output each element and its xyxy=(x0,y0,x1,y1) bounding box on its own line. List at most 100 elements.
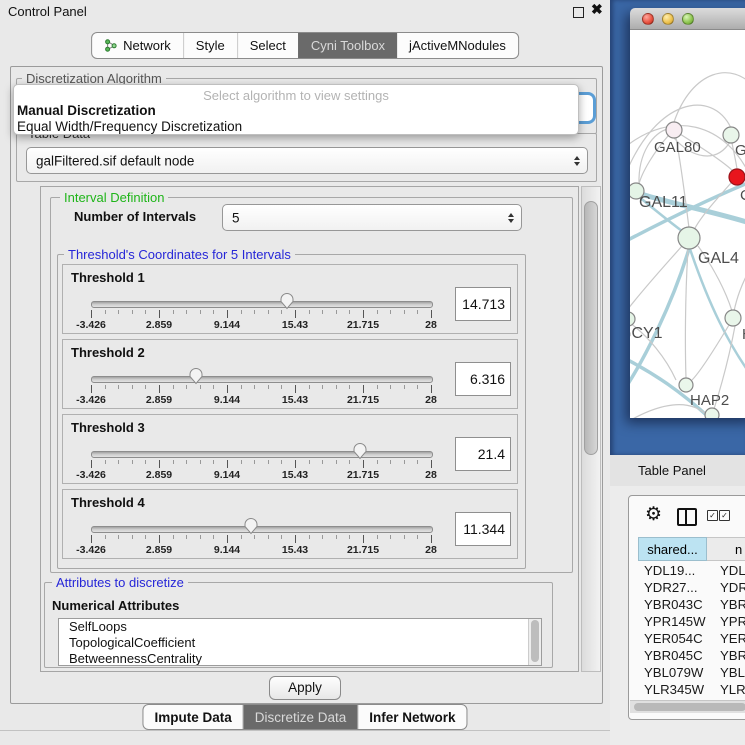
popup-option[interactable]: Equal Width/Frequency Discretization xyxy=(14,119,578,135)
threshold-label: Threshold 1 xyxy=(71,270,145,285)
slider-thumb[interactable] xyxy=(352,442,368,465)
threshold-row: Threshold 4-3.4262.8599.14415.4321.71528… xyxy=(62,489,518,559)
cell-shared-name: YLR345W xyxy=(638,681,707,698)
panel-title: Control Panel xyxy=(8,4,87,19)
spinner-icon xyxy=(508,213,514,223)
node-label: GAL80 xyxy=(654,139,701,156)
network-edge xyxy=(630,246,682,314)
slider-ticks xyxy=(91,460,431,469)
node-label: HAP2 xyxy=(690,392,729,409)
network-node[interactable] xyxy=(723,127,739,143)
threshold-value-field[interactable]: 14.713 xyxy=(455,287,511,321)
network-window[interactable]: GAL80GACGAL11GAL4GCY1HHAP2 xyxy=(630,8,745,418)
attributes-group-label: Attributes to discretize xyxy=(52,575,188,590)
network-graph: GAL80GACGAL11GAL4GCY1HHAP2 xyxy=(630,30,745,418)
network-edge xyxy=(674,73,745,122)
list-item[interactable]: TopologicalCoefficient xyxy=(59,635,541,651)
slider-thumb[interactable] xyxy=(243,517,259,540)
header-cell-name[interactable]: n xyxy=(707,537,745,561)
tab-discretize-data[interactable]: Discretize Data xyxy=(243,705,358,729)
tab-jactivemnodules[interactable]: jActiveMNodules xyxy=(397,33,518,58)
slider-tick-labels: -3.4262.8599.14415.4321.71528 xyxy=(91,394,431,406)
table-row[interactable]: YLR345WYLR3 xyxy=(638,681,745,698)
tab-impute-data[interactable]: Impute Data xyxy=(143,705,242,729)
window-minimize-button[interactable] xyxy=(662,13,674,25)
tab-cyni-toolbox[interactable]: Cyni Toolbox xyxy=(298,33,397,58)
list-item[interactable]: BetweennessCentrality xyxy=(59,651,541,666)
network-desktop: GAL80GACGAL11GAL4GCY1HHAP2 xyxy=(610,0,745,455)
threshold-value-field[interactable]: 6.316 xyxy=(455,362,511,396)
number-of-intervals-combo[interactable]: 5 xyxy=(222,204,522,231)
popup-option[interactable]: Manual Discretization xyxy=(14,103,578,119)
horizontal-scrollbar-thumb[interactable] xyxy=(634,703,745,711)
window-close-button[interactable] xyxy=(642,13,654,25)
threshold-value-field[interactable]: 21.4 xyxy=(455,437,511,471)
threshold-row: Threshold 2-3.4262.8599.14415.4321.71528… xyxy=(62,339,518,409)
slider-track[interactable] xyxy=(91,376,433,383)
table-row[interactable]: YDL19...YDL1 xyxy=(638,562,745,579)
table-row[interactable]: YBR045CYBR0 xyxy=(638,647,745,664)
cell-shared-name: YBR045C xyxy=(638,647,707,664)
table-row[interactable]: YPR145WYPR1 xyxy=(638,613,745,630)
slider-track[interactable] xyxy=(91,526,433,533)
threshold-value-field[interactable]: 11.344 xyxy=(455,512,511,546)
network-canvas[interactable]: GAL80GACGAL11GAL4GCY1HHAP2 xyxy=(630,30,745,418)
gear-icon[interactable]: ⚙ xyxy=(645,505,662,524)
slider-thumb[interactable] xyxy=(188,367,204,390)
slider-track[interactable] xyxy=(91,451,433,458)
float-window-icon[interactable] xyxy=(573,7,584,18)
slider-thumb[interactable] xyxy=(279,292,295,315)
table-row[interactable]: YDR27...YDR2 xyxy=(638,579,745,596)
node-label: GAL11 xyxy=(639,194,688,211)
list-scrollbar-thumb[interactable] xyxy=(531,620,539,662)
checkbox-icon[interactable]: ✓ xyxy=(719,510,730,521)
network-icon xyxy=(104,39,117,52)
network-node[interactable] xyxy=(725,310,741,326)
tab-network[interactable]: Network xyxy=(92,33,183,58)
interval-definition-label: Interval Definition xyxy=(60,190,168,205)
popup-options: Manual DiscretizationEqual Width/Frequen… xyxy=(14,103,578,135)
number-of-intervals-label: Number of Intervals xyxy=(74,209,196,224)
control-panel: Control Panel ✖ NetworkStyleSelect Cyni T… xyxy=(0,0,611,731)
network-node[interactable] xyxy=(705,408,719,418)
network-node[interactable] xyxy=(679,378,693,392)
slider-track[interactable] xyxy=(91,301,433,308)
threshold-row: Threshold 3-3.4262.8599.14415.4321.71528… xyxy=(62,414,518,484)
tab-label: Cyni Toolbox xyxy=(311,38,385,53)
checkbox-icon[interactable]: ✓ xyxy=(707,510,718,521)
tab-infer-network[interactable]: Infer Network xyxy=(357,705,466,729)
network-edge-thick xyxy=(630,249,689,390)
node-label: GAL4 xyxy=(698,250,739,267)
slider-tick-labels: -3.4262.8599.14415.4321.71528 xyxy=(91,319,431,331)
tab-select[interactable]: Select xyxy=(237,33,298,58)
network-node[interactable] xyxy=(729,169,745,185)
vertical-scrollbar-thumb[interactable] xyxy=(584,201,598,455)
cell-shared-name: YBL079W xyxy=(638,664,707,681)
apply-button[interactable]: Apply xyxy=(269,676,341,700)
number-of-intervals-value: 5 xyxy=(232,210,240,225)
window-zoom-button[interactable] xyxy=(682,13,694,25)
attributes-list[interactable]: SelfLoopsTopologicalCoefficientBetweenne… xyxy=(58,618,542,666)
header-cell-shared[interactable]: shared... xyxy=(638,537,707,561)
horizontal-scrollbar[interactable] xyxy=(630,700,745,713)
table-data-combo[interactable]: galFiltered.sif default node xyxy=(26,147,588,174)
network-node[interactable] xyxy=(630,312,635,326)
cell-name: YBL0 xyxy=(707,664,745,681)
table-row[interactable]: YER054CYER0 xyxy=(638,630,745,647)
table-data-combo-value: galFiltered.sif default node xyxy=(36,153,194,168)
list-item[interactable]: SelfLoops xyxy=(59,619,541,635)
table-row[interactable]: YBR043CYBR0 xyxy=(638,596,745,613)
tab-style[interactable]: Style xyxy=(183,33,237,58)
network-node[interactable] xyxy=(666,122,682,138)
cell-name: YER0 xyxy=(707,630,745,647)
close-icon[interactable]: ✖ xyxy=(591,1,603,18)
table-row[interactable]: YBL079WYBL0 xyxy=(638,664,745,681)
columns-icon[interactable] xyxy=(677,508,697,526)
vertical-scrollbar[interactable] xyxy=(581,186,601,672)
list-scrollbar[interactable] xyxy=(528,619,541,665)
node-label: C xyxy=(740,187,745,204)
bottom-tab-bar: Impute DataDiscretize DataInfer Network xyxy=(142,704,467,730)
window-titlebar[interactable] xyxy=(630,8,745,30)
table-panel-bar: Table Panel xyxy=(610,455,745,487)
network-node[interactable] xyxy=(678,227,700,249)
